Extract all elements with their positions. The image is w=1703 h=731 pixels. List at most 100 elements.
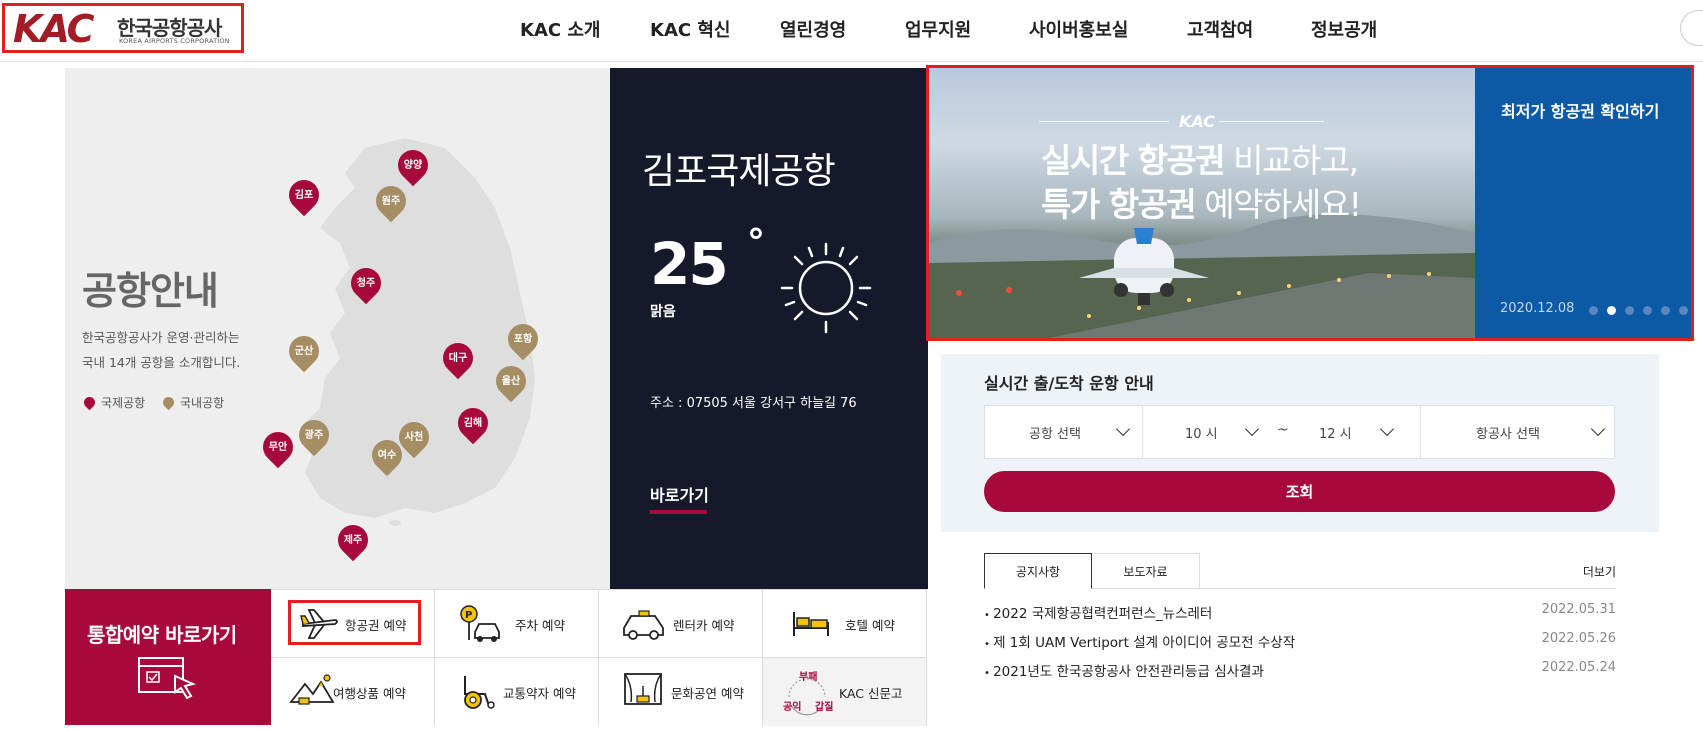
nav-item-kac-intro[interactable]: KAC 소개: [520, 16, 650, 42]
airport-pin-muan[interactable]: 무안: [256, 425, 300, 474]
main-navigation: KAC 소개 KAC 혁신 열린경영 업무지원 사이버홍보실 고객참여 정보공개: [520, 16, 1377, 42]
notice-title: 제 1회 UAM Vertiport 설계 아이디어 공모전 수상작: [984, 631, 1295, 651]
booking-hotel-label: 호텔 예약: [845, 618, 895, 633]
nav-item-business-support[interactable]: 업무지원: [905, 16, 1029, 42]
booking-mobility-label: 교통약자 예약: [503, 686, 576, 701]
flight-filter-bar: 공항 선택 10 시 ~ 12 시 항공사 선택: [984, 405, 1615, 459]
airport-address: 주소 : 07505 서울 강서구 하늘길 76: [650, 396, 857, 411]
notice-item[interactable]: 2021년도 한국공항공사 안전관리등급 심사결과 2022.05.24: [984, 660, 1616, 680]
banner-dot-4[interactable]: [1643, 306, 1652, 315]
nav-item-open-management[interactable]: 열린경영: [780, 16, 905, 42]
booking-rentcar[interactable]: 렌터카 예약: [599, 590, 763, 658]
airport-pin-gimpo[interactable]: 김포: [282, 173, 326, 222]
airport-pin-sacheon[interactable]: 사천: [392, 415, 436, 464]
nav-item-cyber-pr[interactable]: 사이버홍보실: [1029, 16, 1187, 42]
airport-name: 김포국제공항: [642, 151, 836, 192]
notice-date: 2022.05.31: [1541, 602, 1616, 617]
more-link[interactable]: 더보기: [1583, 563, 1616, 580]
booking-mobility[interactable]: 교통약자 예약: [435, 658, 599, 726]
badge-public-interest: 공익: [783, 702, 802, 713]
banner-dot-2[interactable]: [1607, 306, 1616, 315]
airport-pin-wonju[interactable]: 원주: [369, 179, 413, 228]
airline-select[interactable]: 항공사 선택: [1421, 406, 1615, 458]
airport-shortcut-link[interactable]: 바로가기: [650, 482, 709, 506]
nav-item-kac-innovation[interactable]: KAC 혁신: [650, 16, 780, 42]
chevron-down-icon: [1244, 421, 1260, 437]
mountain-travel-icon: [289, 674, 335, 705]
header-search-button[interactable]: [1680, 10, 1703, 46]
notice-item[interactable]: 제 1회 UAM Vertiport 설계 아이디어 공모전 수상작 2022.…: [984, 631, 1616, 651]
chevron-down-icon: [1115, 421, 1131, 437]
legend-international-label: 국제공항: [101, 396, 146, 410]
airport-pin-daegu[interactable]: 대구: [436, 336, 480, 385]
airport-pin-yeosu[interactable]: 여수: [365, 433, 409, 482]
airport-pin-jeju[interactable]: 제주: [331, 518, 375, 567]
booking-travel-label: 여행상품 예약: [333, 686, 406, 701]
map-description-line2: 국내 14개 공항을 소개합니다.: [82, 355, 241, 370]
legend-international: 국제공항: [81, 394, 146, 411]
temperature-value: 25: [650, 230, 729, 298]
booking-kac-sinmungo[interactable]: 부패 공익 갑질 KAC 신문고: [763, 658, 927, 726]
legend-domestic-label: 국내공항: [180, 396, 225, 410]
international-pin-icon: [81, 394, 98, 411]
banner-dot-1[interactable]: [1589, 306, 1598, 315]
booking-flight-label: 항공권 예약: [345, 618, 407, 633]
booking-culture-label: 문화공연 예약: [671, 686, 744, 701]
shortcut-underline: [650, 510, 707, 514]
weather-status: 맑음: [650, 304, 676, 320]
booking-parking-label: 주차 예약: [515, 618, 565, 633]
time-range-separator: ~: [1277, 422, 1289, 438]
airline-select-value: 항공사 선택: [1476, 427, 1540, 442]
time-to-select[interactable]: 12 시: [1295, 406, 1415, 458]
rental-car-icon: [623, 610, 664, 640]
airport-pin-gimhae[interactable]: 김해: [451, 401, 495, 450]
nav-item-info-disclosure[interactable]: 정보공개: [1311, 16, 1377, 42]
banner-dot-3[interactable]: [1625, 306, 1634, 315]
chevron-down-icon: [1379, 421, 1395, 437]
notice-item[interactable]: 2022 국제항공협력컨퍼런스_뉴스레터 2022.05.31: [984, 602, 1616, 622]
flight-search-button[interactable]: 조회: [984, 471, 1615, 512]
badge-corruption: 부패: [799, 672, 818, 683]
airport-pin-cheongju[interactable]: 청주: [344, 261, 388, 310]
stage-icon: [624, 673, 662, 705]
banner-dot-5[interactable]: [1661, 306, 1670, 315]
airport-select-value: 공항 선택: [1029, 427, 1081, 442]
notice-title: 2021년도 한국공항공사 안전관리등급 심사결과: [984, 660, 1264, 680]
site-header: KAC 한국공항공사 KOREA AIRPORTS CORPORATION KA…: [0, 0, 1703, 62]
booking-travel[interactable]: 여행상품 예약: [271, 658, 435, 726]
site-logo[interactable]: KAC 한국공항공사 KOREA AIRPORTS CORPORATION: [2, 3, 244, 53]
booking-kac-sinmungo-label: KAC 신문고: [839, 686, 903, 701]
banner-date: 2020.12.08: [1500, 301, 1575, 316]
booking-hotel[interactable]: 호텔 예약: [763, 590, 927, 658]
tab-notice[interactable]: 공지사항: [984, 553, 1092, 589]
banner-rule-left: [1039, 121, 1169, 122]
time-from-select[interactable]: 10 시: [1143, 406, 1263, 458]
booking-culture[interactable]: 문화공연 예약: [599, 658, 763, 726]
airport-pin-ulsan[interactable]: 울산: [489, 359, 533, 408]
nav-item-customer[interactable]: 고객참여: [1187, 16, 1311, 42]
map-title: 공항안내: [82, 269, 219, 313]
promo-banner[interactable]: KAC 실시간 항공권 비교하고, 특가 항공권 예약하세요! 최저가 항공권 …: [926, 65, 1694, 341]
logo-mark: KAC: [13, 7, 95, 51]
airport-weather-panel: 김포국제공항 25 ° 맑음 주소 : 07505 서울 강서구 하늘길 76 …: [610, 68, 928, 589]
airport-pin-pohang[interactable]: 포항: [501, 317, 545, 366]
integrated-booking-header[interactable]: 통합예약 바로가기: [65, 589, 271, 725]
airport-map-panel: 김포 양양 원주 청주 군산 포항 대구 울산 김해 광주 사천 무안 여수 제…: [65, 68, 610, 589]
notice-date: 2022.05.24: [1541, 660, 1616, 675]
legend-domestic: 국내공항: [160, 394, 225, 411]
wheelchair-icon: [464, 676, 495, 709]
notice-title: 2022 국제항공협력컨퍼런스_뉴스레터: [984, 602, 1212, 622]
booking-grid: 항공권 예약 P 주차 예약 렌터카 예약 호텔 예약 여행상품 예약 교통약자…: [271, 589, 927, 726]
banner-logo-mark: KAC: [1179, 112, 1216, 131]
airport-select[interactable]: 공항 선택: [985, 406, 1142, 458]
airport-pin-gunsan[interactable]: 군산: [282, 329, 326, 378]
banner-side-panel: 최저가 항공권 확인하기 2020.12.08: [1475, 68, 1691, 338]
banner-dot-6[interactable]: [1679, 306, 1688, 315]
tab-press[interactable]: 보도자료: [1092, 553, 1200, 589]
lowest-fare-link[interactable]: 최저가 항공권 확인하기: [1501, 98, 1659, 122]
booking-flight[interactable]: 항공권 예약: [271, 590, 435, 658]
booking-parking[interactable]: P 주차 예약: [435, 590, 599, 658]
airport-pin-gwangju[interactable]: 광주: [292, 413, 336, 462]
banner-headline-1: 실시간 항공권 비교하고,: [1041, 141, 1359, 180]
runway-airplane-image: KAC 실시간 항공권 비교하고, 특가 항공권 예약하세요!: [929, 68, 1475, 338]
